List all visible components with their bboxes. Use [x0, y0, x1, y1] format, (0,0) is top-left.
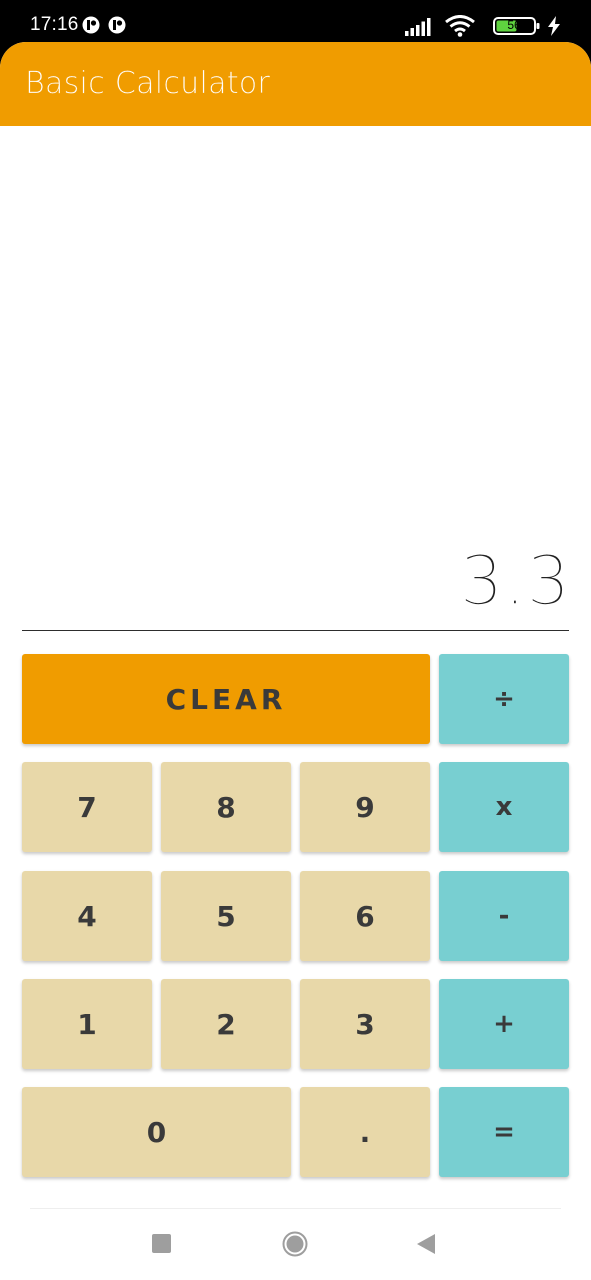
digit-8-button[interactable]: 8 [161, 762, 291, 852]
digit-2-button[interactable]: 2 [161, 979, 291, 1069]
decimal-button[interactable]: . [300, 1087, 430, 1177]
app-notification-icon [82, 16, 100, 34]
back-icon[interactable] [416, 1233, 436, 1255]
equals-button[interactable]: = [439, 1087, 569, 1177]
clear-button[interactable]: CLEAR [22, 654, 430, 744]
app-notification-icon [108, 16, 126, 34]
result-display: 3.3 [459, 541, 571, 622]
digit-7-button[interactable]: 7 [22, 762, 152, 852]
signal-icon [405, 18, 431, 36]
app-bar: Basic Calculator [0, 42, 591, 126]
digit-6-button[interactable]: 6 [300, 871, 430, 961]
app-title: Basic Calculator [25, 66, 271, 101]
display-divider [22, 630, 569, 631]
system-navigation-bar [0, 1208, 591, 1280]
digit-5-button[interactable]: 5 [161, 871, 291, 961]
digit-9-button[interactable]: 9 [300, 762, 430, 852]
home-icon[interactable] [282, 1231, 308, 1257]
digit-0-button[interactable]: 0 [22, 1087, 291, 1177]
divide-button[interactable]: ÷ [439, 654, 569, 744]
charging-icon [548, 16, 560, 36]
calculator-app: Basic Calculator 3.3 CLEAR ÷ 7 8 9 x 4 5… [0, 42, 591, 1280]
status-time: 17:16 [30, 14, 79, 35]
digit-4-button[interactable]: 4 [22, 871, 152, 961]
digit-1-button[interactable]: 1 [22, 979, 152, 1069]
status-icons: 56 [361, 14, 561, 38]
digit-3-button[interactable]: 3 [300, 979, 430, 1069]
wifi-icon [445, 15, 475, 37]
add-button[interactable]: + [439, 979, 569, 1069]
subtract-button[interactable]: - [439, 871, 569, 961]
multiply-button[interactable]: x [439, 762, 569, 852]
battery-level: 56 [507, 18, 521, 32]
recents-icon[interactable] [152, 1234, 171, 1253]
nav-divider [30, 1208, 561, 1209]
